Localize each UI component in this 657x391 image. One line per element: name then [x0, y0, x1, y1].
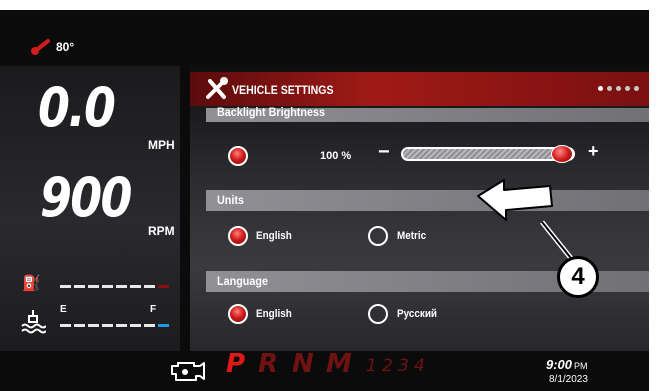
units-english-label[interactable]: English: [256, 230, 292, 242]
language-english-label[interactable]: English: [256, 308, 292, 320]
level-segment: [102, 285, 113, 288]
level-segment: [130, 324, 141, 327]
speed-value: 0.0: [38, 76, 116, 139]
rpm-value: 900: [40, 166, 132, 229]
settings-header: VEHICLE SETTINGS: [190, 72, 649, 106]
clock-ampm: PM: [574, 361, 588, 371]
gear-1: 1: [366, 356, 377, 376]
backlight-section-header: Backlight Brightness: [206, 105, 649, 122]
level-segment: [144, 285, 155, 288]
units-english-radio[interactable]: [228, 226, 248, 246]
clock-time: 9:00 PM: [546, 357, 588, 372]
backlight-section-title: Backlight Brightness: [217, 105, 326, 119]
level-segment: [74, 285, 85, 288]
engine-temperature-icon: [31, 39, 50, 55]
callout-arrow: [477, 179, 576, 264]
fluid-full-label: F: [150, 304, 157, 315]
dashboard-display: 80° 0.0 MPH 900 RPM ⛽ E F VEHICLE SETTIN…: [0, 10, 657, 391]
page-margin: [649, 0, 657, 391]
backlight-decrease-button[interactable]: −: [378, 141, 390, 164]
level-segment: [130, 285, 141, 288]
level-segment: [158, 324, 169, 327]
speed-unit: MPH: [148, 138, 175, 152]
clock-hours-minutes: 9:00: [546, 357, 573, 372]
page-dot[interactable]: [625, 86, 630, 91]
level-segment: [88, 285, 99, 288]
backlight-auto-radio[interactable]: [228, 146, 248, 166]
level-segment: [116, 324, 127, 327]
units-metric-radio[interactable]: [368, 226, 388, 246]
clock-date: 8/1/2023: [549, 374, 588, 385]
level-segment: [74, 324, 85, 327]
page-dot[interactable]: [607, 86, 612, 91]
level-segment: [60, 324, 71, 327]
gear-3: 3: [398, 356, 409, 376]
engine-warning-icon: [171, 362, 205, 381]
page-dot[interactable]: [598, 86, 603, 91]
page-indicator[interactable]: [598, 86, 639, 91]
fluid-level-bar: [60, 324, 169, 327]
units-section-title: Units: [217, 193, 244, 207]
settings-title: VEHICLE SETTINGS: [232, 83, 334, 97]
page-dot[interactable]: [616, 86, 621, 91]
tools-icon: [206, 77, 228, 99]
gear-m: M: [326, 349, 352, 379]
language-english-radio[interactable]: [228, 304, 248, 324]
backlight-slider-handle[interactable]: [551, 145, 573, 163]
level-segment: [144, 324, 155, 327]
backlight-slider[interactable]: [401, 147, 575, 161]
language-russian-radio[interactable]: [368, 304, 388, 324]
language-section-title: Language: [217, 274, 269, 288]
fluid-empty-label: E: [60, 304, 67, 315]
fuel-level-bar: [60, 285, 169, 288]
gauge-panel: 0.0 MPH 900 RPM ⛽ E F: [0, 66, 180, 351]
level-segment: [116, 285, 127, 288]
gear-4: 4: [414, 356, 425, 376]
level-segment: [60, 285, 71, 288]
fluid-tank-icon: [20, 308, 47, 338]
fuel-pump-icon: ⛽: [22, 275, 41, 292]
level-segment: [158, 285, 169, 288]
gear-2: 2: [382, 356, 393, 376]
gear-r: R: [258, 349, 279, 379]
status-bar: P R N M 1 2 3 4 9:00 PM 8/1/2023: [0, 349, 649, 391]
gear-n: N: [292, 349, 314, 379]
language-russian-label[interactable]: Русский: [397, 308, 437, 320]
callout-number: 4: [557, 256, 599, 298]
level-segment: [102, 324, 113, 327]
units-metric-label[interactable]: Metric: [397, 230, 426, 242]
backlight-value: 100 %: [320, 150, 352, 162]
backlight-increase-button[interactable]: +: [588, 141, 599, 162]
gear-p: P: [226, 349, 246, 379]
page-dot[interactable]: [634, 86, 639, 91]
level-segment: [88, 324, 99, 327]
engine-temperature-value: 80°: [56, 40, 75, 54]
rpm-unit: RPM: [148, 224, 175, 238]
